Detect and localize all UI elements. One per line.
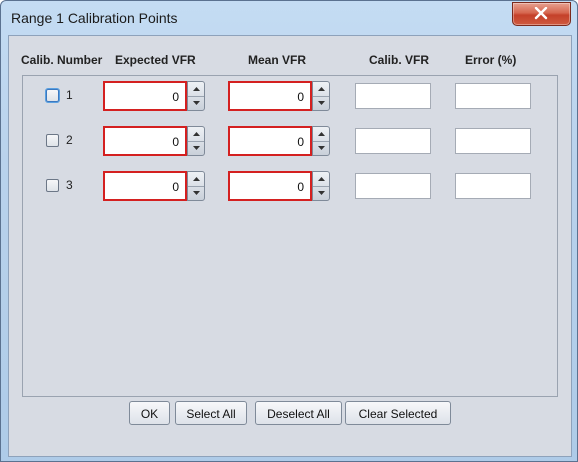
arrow-up-icon — [317, 87, 325, 91]
expected-vfr-spinner: 0 — [103, 126, 206, 156]
header-calib-number: Calib. Number — [21, 53, 103, 67]
calibration-points-panel: 1 0 0 2 0 0 3 0 0 — [22, 75, 558, 397]
calibration-row: 2 0 0 — [23, 126, 557, 156]
window-title: Range 1 Calibration Points — [11, 10, 178, 26]
spinner-down-button[interactable] — [313, 186, 329, 200]
spinner-buttons — [187, 126, 205, 156]
mean-vfr-spinner: 0 — [228, 171, 331, 201]
arrow-up-icon — [317, 132, 325, 136]
arrow-down-icon — [317, 191, 325, 195]
arrow-up-icon — [192, 87, 200, 91]
calib-vfr-field[interactable] — [355, 173, 431, 199]
arrow-down-icon — [317, 146, 325, 150]
spinner-buttons — [187, 81, 205, 111]
arrow-up-icon — [192, 132, 200, 136]
row-select-checkbox[interactable] — [45, 88, 60, 103]
row-number: 1 — [66, 88, 73, 102]
expected-vfr-input[interactable]: 0 — [103, 171, 187, 201]
spinner-up-button[interactable] — [313, 172, 329, 187]
header-error: Error (%) — [465, 53, 517, 67]
spinner-buttons — [312, 81, 330, 111]
row-select-checkbox[interactable] — [46, 179, 59, 192]
error-field[interactable] — [455, 128, 531, 154]
calib-vfr-field[interactable] — [355, 83, 431, 109]
row-number: 3 — [66, 178, 73, 192]
spinner-up-button[interactable] — [188, 82, 204, 97]
mean-vfr-spinner: 0 — [228, 126, 331, 156]
expected-vfr-input[interactable]: 0 — [103, 81, 187, 111]
spinner-up-button[interactable] — [313, 127, 329, 142]
mean-vfr-input[interactable]: 0 — [228, 171, 312, 201]
error-field[interactable] — [455, 173, 531, 199]
row-select-checkbox[interactable] — [46, 134, 59, 147]
calibration-row: 1 0 0 — [23, 81, 557, 111]
mean-vfr-input[interactable]: 0 — [228, 81, 312, 111]
dialog-content: Calib. Number Expected VFR Mean VFR Cali… — [8, 35, 572, 457]
mean-vfr-input[interactable]: 0 — [228, 126, 312, 156]
spinner-buttons — [312, 126, 330, 156]
header-expected-vfr: Expected VFR — [115, 53, 196, 67]
header-calib-vfr: Calib. VFR — [369, 53, 430, 67]
calibration-row: 3 0 0 — [23, 171, 557, 201]
spinner-down-button[interactable] — [188, 96, 204, 110]
expected-vfr-spinner: 0 — [103, 81, 206, 111]
spinner-buttons — [187, 171, 205, 201]
deselect-all-button[interactable]: Deselect All — [255, 401, 342, 425]
close-icon — [534, 7, 548, 20]
calib-vfr-field[interactable] — [355, 128, 431, 154]
spinner-up-button[interactable] — [313, 82, 329, 97]
expected-vfr-spinner: 0 — [103, 171, 206, 201]
mean-vfr-spinner: 0 — [228, 81, 331, 111]
header-mean-vfr: Mean VFR — [248, 53, 307, 67]
spinner-down-button[interactable] — [313, 141, 329, 155]
spinner-up-button[interactable] — [188, 172, 204, 187]
spinner-up-button[interactable] — [188, 127, 204, 142]
arrow-up-icon — [192, 177, 200, 181]
arrow-down-icon — [192, 101, 200, 105]
dialog-window: Range 1 Calibration Points Calib. Number… — [0, 0, 578, 462]
spinner-down-button[interactable] — [313, 96, 329, 110]
ok-button[interactable]: OK — [129, 401, 170, 425]
clear-selected-button[interactable]: Clear Selected — [345, 401, 451, 425]
title-bar[interactable]: Range 1 Calibration Points — [1, 1, 577, 35]
arrow-down-icon — [192, 146, 200, 150]
arrow-down-icon — [192, 191, 200, 195]
arrow-up-icon — [317, 177, 325, 181]
spinner-down-button[interactable] — [188, 141, 204, 155]
expected-vfr-input[interactable]: 0 — [103, 126, 187, 156]
arrow-down-icon — [317, 101, 325, 105]
close-button[interactable] — [512, 2, 571, 26]
spinner-buttons — [312, 171, 330, 201]
row-number: 2 — [66, 133, 73, 147]
error-field[interactable] — [455, 83, 531, 109]
select-all-button[interactable]: Select All — [175, 401, 247, 425]
spinner-down-button[interactable] — [188, 186, 204, 200]
